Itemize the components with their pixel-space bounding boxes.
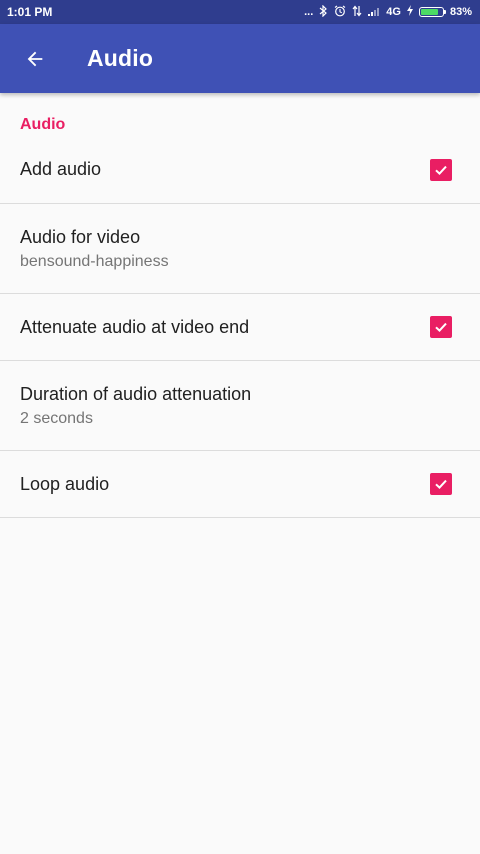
section-header: Audio	[20, 116, 66, 133]
check-icon	[435, 479, 447, 490]
pref-summary: bensound-happiness	[20, 252, 169, 270]
add-audio-checkbox[interactable]	[430, 159, 452, 181]
loop-audio-checkbox[interactable]	[430, 473, 452, 495]
pref-title: Loop audio	[20, 473, 110, 494]
back-button[interactable]	[15, 39, 55, 79]
status-icons: ... 4G 83%	[304, 4, 472, 20]
pref-summary: 2 seconds	[20, 409, 93, 427]
check-icon	[435, 165, 447, 176]
battery-percent: 83%	[449, 5, 472, 18]
charging-icon	[406, 5, 413, 19]
attenuate-audio-checkbox[interactable]	[430, 316, 452, 338]
page-title: Audio	[87, 45, 154, 71]
arrow-left-icon	[27, 51, 43, 66]
pref-attenuate-audio[interactable]: Attenuate audio at video end	[0, 294, 480, 361]
pref-attenuation-duration[interactable]: Duration of audio attenuation 2 seconds	[0, 361, 480, 451]
signal-icon	[368, 6, 380, 19]
pref-add-audio[interactable]: Add audio	[0, 155, 480, 204]
pref-title: Add audio	[20, 159, 102, 179]
more-dots-icon: ...	[304, 5, 314, 18]
status-bar: 1:01 PM ... 4G 83%	[0, 0, 480, 24]
app-bar: Audio	[0, 24, 480, 93]
pref-loop-audio[interactable]: Loop audio	[0, 451, 480, 518]
check-icon	[435, 322, 447, 333]
status-time: 1:01 PM	[7, 5, 53, 19]
bluetooth-icon	[319, 4, 328, 20]
pref-title: Duration of audio attenuation	[20, 383, 252, 404]
network-type: 4G	[386, 5, 401, 18]
pref-audio-for-video[interactable]: Audio for video bensound-happiness	[0, 204, 480, 294]
battery-icon	[418, 7, 446, 17]
alarm-icon	[334, 5, 346, 20]
battery-level	[420, 9, 439, 15]
data-transfer-icon	[352, 5, 362, 20]
pref-title: Audio for video	[20, 226, 141, 247]
settings-list: Audio Add audio Audio for video bensound…	[0, 93, 480, 518]
pref-title: Attenuate audio at video end	[20, 316, 250, 337]
